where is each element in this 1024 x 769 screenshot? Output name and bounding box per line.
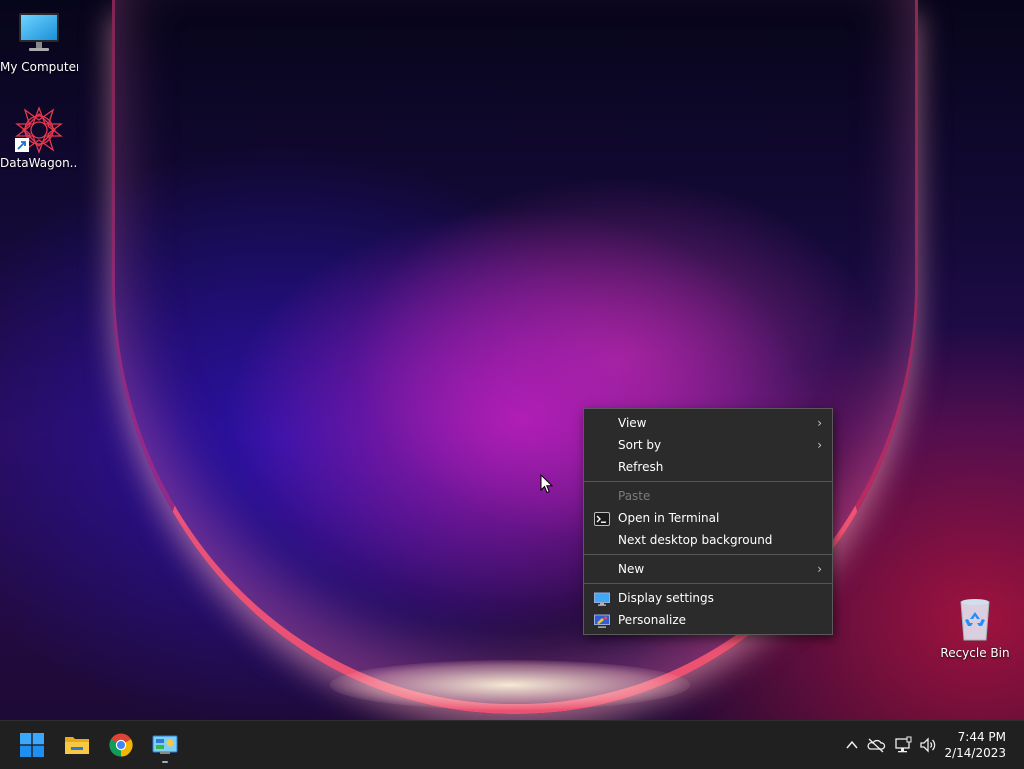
wallpaper-glow <box>330 660 690 710</box>
menu-item-label: Open in Terminal <box>618 511 720 525</box>
menu-item-label: Personalize <box>618 613 687 627</box>
taskbar-control-panel[interactable] <box>147 727 183 763</box>
menu-item-open-in-terminal[interactable]: Open in Terminal <box>584 507 832 529</box>
menu-item-personalize[interactable]: Personalize <box>584 609 832 631</box>
start-button[interactable] <box>14 727 50 763</box>
volume-icon[interactable] <box>918 735 938 755</box>
menu-separator <box>584 554 832 555</box>
control-panel-icon <box>152 734 178 756</box>
desktop-icon-label: DataWagon... <box>0 156 78 170</box>
desktop-context-menu: View › Sort by › Refresh Paste Open in T… <box>583 408 833 635</box>
desktop-icon-my-computer[interactable]: My Computer <box>0 10 78 75</box>
desktop-icon-label: Recycle Bin <box>940 646 1010 660</box>
mouse-pointer-icon <box>540 473 554 494</box>
chevron-right-icon: › <box>817 562 822 576</box>
recycle-bin-icon <box>951 596 999 644</box>
menu-item-paste: Paste <box>584 485 832 507</box>
chevron-right-icon: › <box>817 416 822 430</box>
menu-item-next-desktop-background[interactable]: Next desktop background <box>584 529 832 551</box>
clock-time: 7:44 PM <box>957 730 1006 744</box>
chrome-icon <box>109 733 133 757</box>
computer-monitor-icon <box>15 10 63 58</box>
menu-item-sort-by[interactable]: Sort by › <box>584 434 832 456</box>
chevron-right-icon: › <box>817 438 822 452</box>
menu-item-display-settings[interactable]: Display settings <box>584 587 832 609</box>
desktop-icon-datawagon[interactable]: DataWagon... <box>0 106 78 171</box>
menu-separator <box>584 583 832 584</box>
menu-item-view[interactable]: View › <box>584 412 832 434</box>
clock-date: 2/14/2023 <box>944 746 1006 760</box>
chevron-up-icon[interactable] <box>842 735 862 755</box>
taskbar-clock[interactable]: 7:44 PM 2/14/2023 <box>944 729 1006 761</box>
network-icon[interactable] <box>893 735 913 755</box>
datawagon-app-icon <box>15 106 63 154</box>
menu-item-label: Paste <box>618 489 651 503</box>
menu-item-label: Next desktop background <box>618 533 773 547</box>
desktop[interactable]: My Computer DataWagon... Recycle Bin Vie… <box>0 0 1024 720</box>
menu-item-new[interactable]: New › <box>584 558 832 580</box>
onedrive-offline-icon[interactable] <box>866 735 886 755</box>
desktop-icon-label: My Computer <box>0 60 78 74</box>
taskbar-chrome[interactable] <box>103 727 139 763</box>
running-indicator <box>162 761 168 763</box>
display-icon <box>594 591 610 606</box>
windows-logo-icon <box>20 733 44 757</box>
menu-item-label: Refresh <box>618 460 664 474</box>
menu-item-label: View <box>618 416 647 430</box>
terminal-icon <box>594 511 610 526</box>
taskbar: 7:44 PM 2/14/2023 <box>0 720 1024 769</box>
folder-icon <box>64 734 90 756</box>
menu-item-refresh[interactable]: Refresh <box>584 456 832 478</box>
menu-item-label: Sort by <box>618 438 662 452</box>
menu-item-label: Display settings <box>618 591 714 605</box>
menu-separator <box>584 481 832 482</box>
personalize-icon <box>594 613 610 628</box>
menu-item-label: New <box>618 562 645 576</box>
desktop-icon-recycle-bin[interactable]: Recycle Bin <box>936 596 1014 661</box>
taskbar-file-explorer[interactable] <box>59 727 95 763</box>
